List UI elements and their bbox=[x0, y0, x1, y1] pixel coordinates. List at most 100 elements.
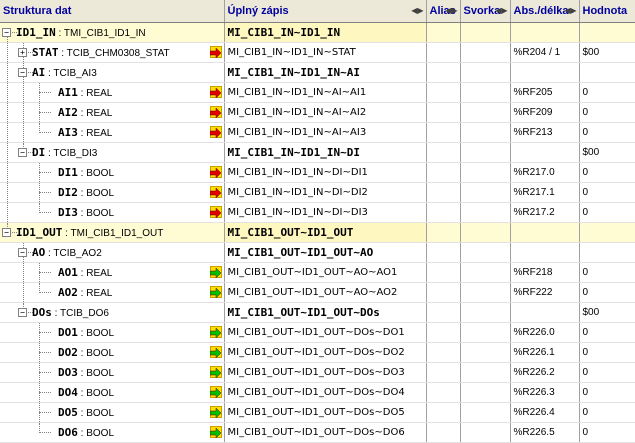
green-arrow-pin-icon[interactable] bbox=[209, 266, 222, 278]
minus-box-icon[interactable]: − bbox=[18, 68, 27, 77]
value-cell[interactable]: 0 bbox=[579, 422, 635, 443]
abs-len-cell[interactable] bbox=[510, 22, 580, 43]
terminal-cell[interactable] bbox=[460, 382, 511, 403]
structure-cell[interactable]: AO1 : REAL bbox=[0, 262, 225, 283]
table-row[interactable]: AI3 : REAL MI_CIB1_IN~ID1_IN~AI~AI3 %RF213… bbox=[0, 122, 635, 143]
structure-cell[interactable]: AI2 : REAL bbox=[0, 102, 225, 123]
terminal-cell[interactable] bbox=[460, 142, 511, 163]
value-cell[interactable]: 0 bbox=[579, 282, 635, 303]
alias-cell[interactable] bbox=[426, 322, 461, 343]
abs-len-cell[interactable]: %R226.0 bbox=[510, 322, 580, 343]
green-arrow-pin-icon[interactable] bbox=[209, 346, 222, 358]
table-row[interactable]: DO2 : BOOL MI_CIB1_OUT~ID1_OUT~DOs~DO2 %R2… bbox=[0, 342, 635, 363]
tree-node[interactable]: DI2 : BOOL bbox=[0, 183, 223, 202]
table-row[interactable]: DO4 : BOOL MI_CIB1_OUT~ID1_OUT~DOs~DO4 %R2… bbox=[0, 382, 635, 403]
terminal-cell[interactable] bbox=[460, 342, 511, 363]
table-row[interactable]: − DI : TCIB_DI3 MI_CIB1_IN~ID1_IN~DI $00 bbox=[0, 142, 635, 163]
terminal-cell[interactable] bbox=[460, 22, 511, 43]
full-path-cell[interactable]: MI_CIB1_IN~ID1_IN~AI~AI2 bbox=[224, 102, 427, 123]
red-arrow-pin-icon[interactable] bbox=[209, 206, 222, 218]
tree-node[interactable]: DO4 : BOOL bbox=[0, 383, 223, 402]
minus-box-icon[interactable]: − bbox=[2, 228, 11, 237]
abs-len-cell[interactable]: %RF209 bbox=[510, 102, 580, 123]
red-arrow-pin-icon[interactable] bbox=[209, 106, 222, 118]
red-arrow-pin-icon[interactable] bbox=[209, 126, 222, 138]
tree-node[interactable]: AI3 : REAL bbox=[0, 123, 223, 142]
structure-cell[interactable]: − DI : TCIB_DI3 bbox=[0, 142, 225, 163]
table-row[interactable]: AO2 : REAL MI_CIB1_OUT~ID1_OUT~AO~AO2 %RF2… bbox=[0, 282, 635, 303]
full-path-cell[interactable]: MI_CIB1_OUT~ID1_OUT bbox=[224, 222, 427, 243]
abs-len-cell[interactable]: %R226.3 bbox=[510, 382, 580, 403]
value-cell[interactable]: 0 bbox=[579, 322, 635, 343]
structure-cell[interactable]: − ID1_IN : TMI_CIB1_ID1_IN bbox=[0, 22, 225, 43]
value-cell[interactable]: $00 bbox=[579, 142, 635, 163]
terminal-cell[interactable] bbox=[460, 362, 511, 383]
full-path-cell[interactable]: MI_CIB1_IN~ID1_IN bbox=[224, 22, 427, 43]
structure-cell[interactable]: AO2 : REAL bbox=[0, 282, 225, 303]
column-header-alias[interactable]: Alias ◀▶ bbox=[426, 0, 461, 23]
value-cell[interactable]: 0 bbox=[579, 202, 635, 223]
value-cell[interactable] bbox=[579, 62, 635, 83]
structure-cell[interactable]: DO6 : BOOL bbox=[0, 422, 225, 443]
tree-node[interactable]: AI1 : REAL bbox=[0, 83, 223, 102]
structure-cell[interactable]: DO4 : BOOL bbox=[0, 382, 225, 403]
full-path-cell[interactable]: MI_CIB1_IN~ID1_IN~AI bbox=[224, 62, 427, 83]
structure-cell[interactable]: − AO : TCIB_AO2 bbox=[0, 242, 225, 263]
value-cell[interactable]: $00 bbox=[579, 42, 635, 63]
alias-cell[interactable] bbox=[426, 262, 461, 283]
tree-node[interactable]: AO2 : REAL bbox=[0, 283, 223, 302]
value-cell[interactable]: 0 bbox=[579, 162, 635, 183]
abs-len-cell[interactable]: %R226.2 bbox=[510, 362, 580, 383]
alias-cell[interactable] bbox=[426, 202, 461, 223]
structure-cell[interactable]: DO1 : BOOL bbox=[0, 322, 225, 343]
terminal-cell[interactable] bbox=[460, 82, 511, 103]
abs-len-cell[interactable]: %RF218 bbox=[510, 262, 580, 283]
alias-cell[interactable] bbox=[426, 162, 461, 183]
full-path-cell[interactable]: MI_CIB1_OUT~ID1_OUT~AO~AO1 bbox=[224, 262, 427, 283]
structure-cell[interactable]: − AI : TCIB_AI3 bbox=[0, 62, 225, 83]
abs-len-cell[interactable]: %R217.2 bbox=[510, 202, 580, 223]
full-path-cell[interactable]: MI_CIB1_IN~ID1_IN~DI~DI1 bbox=[224, 162, 427, 183]
green-arrow-pin-icon[interactable] bbox=[209, 406, 222, 418]
table-row[interactable]: − ID1_IN : TMI_CIB1_ID1_IN MI_CIB1_IN~ID1_… bbox=[0, 22, 635, 43]
table-row[interactable]: + STAT : TCIB_CHM0308_STAT MI_CIB1_IN~ID1_… bbox=[0, 42, 635, 63]
full-path-cell[interactable]: MI_CIB1_IN~ID1_IN~DI bbox=[224, 142, 427, 163]
tree-node[interactable]: − ID1_OUT : TMI_CIB1_ID1_OUT bbox=[0, 223, 223, 242]
abs-len-cell[interactable]: %R226.1 bbox=[510, 342, 580, 363]
full-path-cell[interactable]: MI_CIB1_OUT~ID1_OUT~DOs~DO1 bbox=[224, 322, 427, 343]
abs-len-cell[interactable] bbox=[510, 222, 580, 243]
table-row[interactable]: DI1 : BOOL MI_CIB1_IN~ID1_IN~DI~DI1 %R217.… bbox=[0, 162, 635, 183]
full-path-cell[interactable]: MI_CIB1_IN~ID1_IN~STAT bbox=[224, 42, 427, 63]
value-cell[interactable]: 0 bbox=[579, 342, 635, 363]
terminal-cell[interactable] bbox=[460, 422, 511, 443]
terminal-cell[interactable] bbox=[460, 222, 511, 243]
structure-cell[interactable]: DO3 : BOOL bbox=[0, 362, 225, 383]
full-path-cell[interactable]: MI_CIB1_OUT~ID1_OUT~AO~AO2 bbox=[224, 282, 427, 303]
value-cell[interactable]: 0 bbox=[579, 362, 635, 383]
alias-cell[interactable] bbox=[426, 362, 461, 383]
structure-cell[interactable]: − ID1_OUT : TMI_CIB1_ID1_OUT bbox=[0, 222, 225, 243]
structure-cell[interactable]: + STAT : TCIB_CHM0308_STAT bbox=[0, 42, 225, 63]
value-cell[interactable]: 0 bbox=[579, 102, 635, 123]
tree-node[interactable]: − AI : TCIB_AI3 bbox=[0, 63, 223, 82]
value-cell[interactable]: 0 bbox=[579, 262, 635, 283]
structure-cell[interactable]: DI2 : BOOL bbox=[0, 182, 225, 203]
value-cell[interactable]: 0 bbox=[579, 382, 635, 403]
red-arrow-pin-icon[interactable] bbox=[209, 186, 222, 198]
minus-box-icon[interactable]: − bbox=[18, 308, 27, 317]
table-row[interactable]: DO1 : BOOL MI_CIB1_OUT~ID1_OUT~DOs~DO1 %R2… bbox=[0, 322, 635, 343]
green-arrow-pin-icon[interactable] bbox=[209, 286, 222, 298]
value-cell[interactable]: 0 bbox=[579, 182, 635, 203]
table-row[interactable]: AO1 : REAL MI_CIB1_OUT~ID1_OUT~AO~AO1 %RF2… bbox=[0, 262, 635, 283]
tree-node[interactable]: DO6 : BOOL bbox=[0, 423, 223, 442]
column-header-structure[interactable]: Struktura dat bbox=[0, 0, 225, 23]
column-header-full-path[interactable]: Úplný zápis ◀▶ bbox=[224, 0, 427, 23]
table-row[interactable]: AI1 : REAL MI_CIB1_IN~ID1_IN~AI~AI1 %RF205… bbox=[0, 82, 635, 103]
alias-cell[interactable] bbox=[426, 422, 461, 443]
terminal-cell[interactable] bbox=[460, 402, 511, 423]
abs-len-cell[interactable]: %R217.0 bbox=[510, 162, 580, 183]
minus-box-icon[interactable]: − bbox=[18, 248, 27, 257]
green-arrow-pin-icon[interactable] bbox=[209, 326, 222, 338]
value-cell[interactable] bbox=[579, 22, 635, 43]
abs-len-cell[interactable]: %R204 / 1 bbox=[510, 42, 580, 63]
